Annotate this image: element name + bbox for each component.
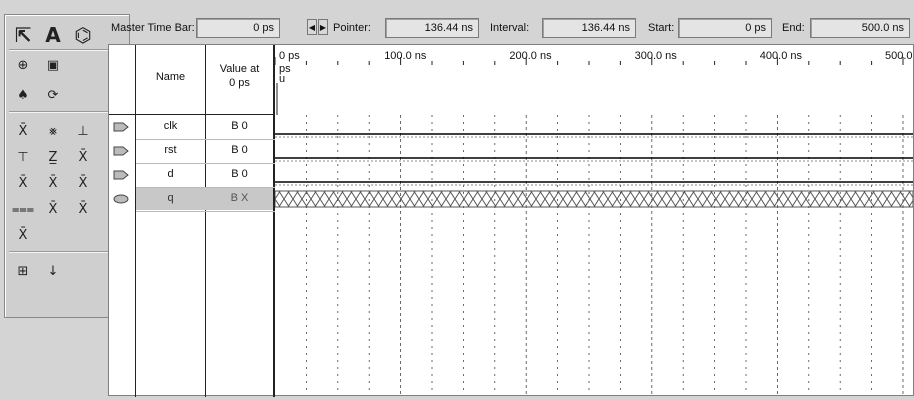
sort-icon[interactable]: ↓	[39, 259, 67, 283]
signal-value: B 0	[231, 144, 248, 156]
forcing-weak-high-icon[interactable]: X̄	[39, 171, 67, 195]
signal-value: B X	[230, 192, 249, 204]
next-transition-icon[interactable]: ▶	[318, 19, 328, 35]
waveform-editing-tool-icon[interactable]: ⌬	[69, 23, 97, 47]
forcing-dont-care-icon[interactable]: ⨳	[39, 119, 67, 143]
signal-name: clk	[163, 120, 178, 132]
waveform-canvas[interactable]	[275, 45, 913, 395]
forcing-high-icon[interactable]: ⊤	[9, 145, 37, 169]
forcing-weak-low-icon[interactable]: X̄	[9, 171, 37, 195]
random-value-icon[interactable]: X̄	[9, 223, 37, 247]
replace-icon[interactable]: ⟳	[39, 83, 67, 107]
name-column-header[interactable]: Name	[136, 70, 205, 84]
end-field[interactable]: 500.0 ns	[810, 18, 910, 38]
end-label: End:	[782, 22, 805, 34]
interval-field[interactable]: 136.44 ns	[542, 18, 636, 38]
time-bar: Master Time Bar: 0 ps ◀ ▶ Pointer: 136.4…	[108, 14, 914, 44]
time-grid	[275, 57, 904, 395]
forcing-low-icon[interactable]: ⊥	[69, 119, 97, 143]
text-tool-icon[interactable]: A	[39, 23, 67, 47]
arbitrary-value-icon[interactable]: X̄	[69, 197, 97, 221]
signal-value: B 0	[231, 120, 248, 132]
pointer-field[interactable]: 136.44 ns	[385, 18, 479, 38]
waveforms	[275, 133, 913, 208]
row-divider	[136, 211, 275, 212]
signal-name: q	[167, 192, 174, 204]
master-time-bar-field[interactable]: 0 ps	[196, 18, 280, 38]
start-label: Start:	[648, 22, 675, 34]
forcing-weak-icon[interactable]: X̄	[69, 145, 97, 169]
pointer-label: Pointer:	[333, 22, 371, 34]
signal-name: d	[167, 168, 174, 180]
name-column-divider	[205, 45, 206, 397]
forcing-unknown-icon[interactable]: X̄	[9, 119, 37, 143]
count-value-icon[interactable]: ⩶	[9, 197, 37, 221]
undefined-waveform[interactable]	[275, 190, 913, 208]
zoom-tool-icon[interactable]: ⊕	[9, 53, 37, 77]
full-screen-icon[interactable]: ▣	[39, 53, 67, 77]
find-icon[interactable]: ♠	[9, 83, 37, 107]
value-column-header-line2: 0 ps	[229, 77, 250, 89]
forcing-high-impedance-icon[interactable]: Z̲	[39, 145, 67, 169]
clock-value-icon[interactable]: X̄	[39, 197, 67, 221]
invert-icon[interactable]: X̄	[69, 171, 97, 195]
signal-row[interactable]: d B 0	[109, 163, 275, 187]
snap-to-grid-icon[interactable]: ⊞	[9, 259, 37, 283]
master-time-bar-label: Master Time Bar:	[111, 22, 195, 34]
interval-label: Interval:	[490, 22, 530, 34]
signal-row[interactable]: clk B 0	[109, 115, 275, 139]
pointer-tool-icon[interactable]: ⇱	[9, 23, 37, 47]
waveform-panel: Name Value at 0 ps 0 ps 100.0 ns 200.0 ns 3…	[108, 44, 914, 397]
previous-transition-icon[interactable]: ◀	[307, 19, 317, 35]
start-field[interactable]: 0 ps	[678, 18, 772, 38]
pin-column-divider	[135, 45, 136, 397]
signal-row[interactable]: rst B 0	[109, 139, 275, 163]
signal-row[interactable]: qB X	[109, 187, 275, 211]
signal-value: B 0	[231, 168, 248, 180]
value-column-header-line1[interactable]: Value at	[206, 62, 273, 76]
signal-name: rst	[164, 144, 177, 156]
